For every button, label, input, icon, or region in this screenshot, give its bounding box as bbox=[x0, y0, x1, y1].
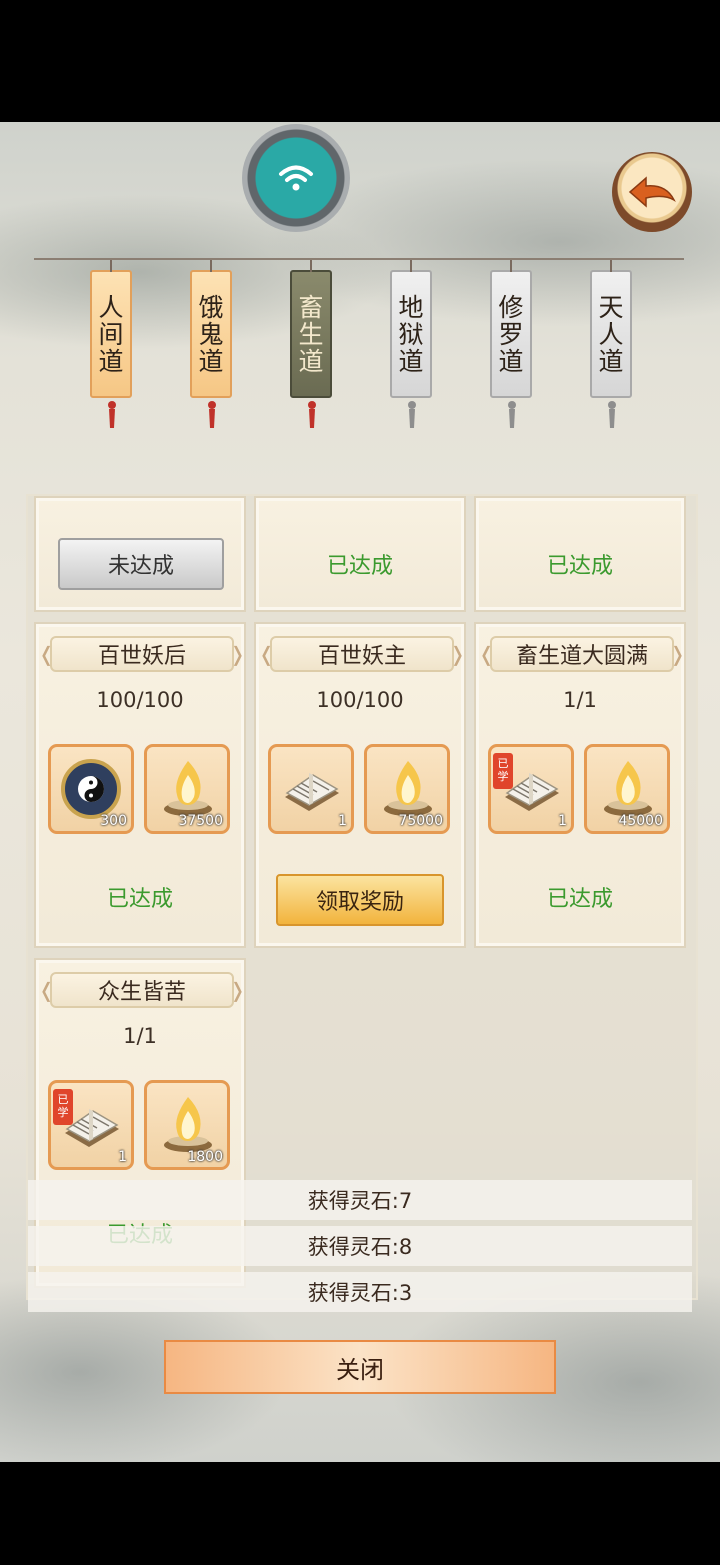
reward-item[interactable]: 45000 bbox=[584, 744, 670, 834]
tab-label: 地狱道 bbox=[398, 292, 424, 376]
tab-3[interactable]: 畜生道 bbox=[290, 260, 332, 428]
card-progress: 1/1 bbox=[123, 1024, 157, 1048]
achievement-card-top-2: 已达成 bbox=[254, 496, 466, 612]
close-button[interactable]: 关闭 bbox=[164, 1340, 556, 1394]
status-achieved: 已达成 bbox=[106, 887, 173, 912]
tassel-icon bbox=[508, 401, 516, 428]
achievement-card-top-3: 已达成 bbox=[474, 496, 686, 612]
tab-hook bbox=[210, 260, 212, 272]
wifi-button[interactable] bbox=[242, 124, 350, 232]
card-title: 百世妖主 bbox=[258, 636, 466, 672]
reward-item[interactable]: 已学 1 bbox=[48, 1080, 134, 1170]
tab-label: 饿鬼道 bbox=[198, 292, 224, 376]
tab-hook bbox=[110, 260, 112, 272]
tab-label: 畜生道 bbox=[298, 292, 324, 376]
status-achieved: 已达成 bbox=[546, 554, 613, 579]
tab-hook bbox=[610, 260, 612, 272]
tassel-icon bbox=[408, 401, 416, 428]
learned-badge: 已学 bbox=[493, 753, 513, 789]
status-achieved: 已达成 bbox=[546, 887, 613, 912]
reward-item[interactable]: 300 bbox=[48, 744, 134, 834]
tab-2[interactable]: 饿鬼道 bbox=[190, 260, 232, 428]
banner-rope bbox=[34, 258, 684, 260]
claim-reward-button[interactable]: 领取奖励 bbox=[276, 874, 444, 926]
tassel-icon bbox=[308, 401, 316, 428]
achievement-card: 百世妖主 100/100 1 75000 领取奖励 bbox=[254, 622, 466, 948]
reward-count: 1800 bbox=[187, 1149, 223, 1165]
back-button[interactable] bbox=[612, 152, 692, 232]
tassel-icon bbox=[608, 401, 616, 428]
tassel-icon bbox=[108, 401, 116, 428]
tab-label: 人间道 bbox=[98, 292, 124, 376]
card-title: 众生皆苦 bbox=[38, 972, 246, 1008]
reward-count: 1 bbox=[558, 813, 567, 829]
reward-count: 1 bbox=[118, 1149, 127, 1165]
tassel-icon bbox=[208, 401, 216, 428]
reward-toast: 获得灵石:7 bbox=[28, 1180, 692, 1220]
reward-count: 37500 bbox=[178, 813, 223, 829]
reward-count: 75000 bbox=[398, 813, 443, 829]
card-title: 百世妖后 bbox=[38, 636, 246, 672]
tab-hook bbox=[510, 260, 512, 272]
not-achieved-button[interactable]: 未达成 bbox=[58, 538, 224, 590]
reward-count: 300 bbox=[100, 813, 127, 829]
achievement-card: 百世妖后 100/100 300 37500 已达成 bbox=[34, 622, 246, 948]
card-progress: 1/1 bbox=[563, 688, 597, 712]
card-title: 畜生道大圆满 bbox=[478, 636, 686, 672]
card-progress: 100/100 bbox=[96, 688, 184, 712]
tab-label: 天人道 bbox=[598, 292, 624, 376]
reward-item[interactable]: 37500 bbox=[144, 744, 230, 834]
reward-count: 1 bbox=[338, 813, 347, 829]
game-screen: 人间道 饿鬼道 畜生道 地狱道 修罗道 天人道 未达成 已达成 已达成 百世妖后 100/1… bbox=[0, 122, 720, 1462]
reward-item[interactable]: 75000 bbox=[364, 744, 450, 834]
learned-badge: 已学 bbox=[53, 1089, 73, 1125]
status-achieved: 已达成 bbox=[326, 554, 393, 579]
reward-item[interactable]: 已学 1 bbox=[488, 744, 574, 834]
achievement-card-top-1: 未达成 bbox=[34, 496, 246, 612]
tab-label: 修罗道 bbox=[498, 292, 524, 376]
card-progress: 100/100 bbox=[316, 688, 404, 712]
reward-count: 45000 bbox=[618, 813, 663, 829]
tab-1[interactable]: 人间道 bbox=[90, 260, 132, 428]
achievement-card: 畜生道大圆满 1/1 已学 1 45000 已达成 bbox=[474, 622, 686, 948]
reward-item[interactable]: 1 bbox=[268, 744, 354, 834]
wifi-icon bbox=[279, 165, 313, 191]
tab-hook bbox=[410, 260, 412, 272]
tab-4[interactable]: 地狱道 bbox=[390, 260, 432, 428]
reward-toast: 获得灵石:3 bbox=[28, 1272, 692, 1312]
tab-6[interactable]: 天人道 bbox=[590, 260, 632, 428]
reward-toast: 获得灵石:8 bbox=[28, 1226, 692, 1266]
tab-5[interactable]: 修罗道 bbox=[490, 260, 532, 428]
reward-item[interactable]: 1800 bbox=[144, 1080, 230, 1170]
back-arrow-icon bbox=[628, 176, 676, 208]
tab-hook bbox=[310, 260, 312, 272]
